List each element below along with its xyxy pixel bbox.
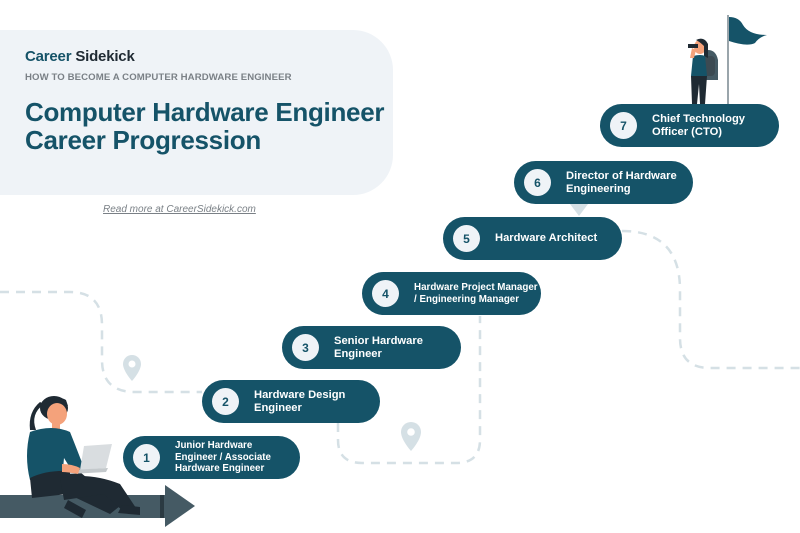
step-number: 7 [610,112,637,139]
career-step-1[interactable]: 1 Junior Hardware Engineer / Associate H… [123,436,300,479]
step-number: 6 [524,169,551,196]
step-label: Junior Hardware Engineer / Associate Har… [175,440,272,475]
step-number: 1 [133,444,160,471]
step-label: Hardware Project Manager / Engineering M… [414,282,538,305]
step-label: Director of Hardware Engineering [566,170,677,195]
step-label: Senior Hardware Engineer [334,335,423,360]
step-label: Hardware Design Engineer [254,389,346,414]
flag-icon [727,15,767,105]
step-number: 4 [372,280,399,307]
step-number: 5 [453,225,480,252]
career-step-7[interactable]: 7 Chief Technology Officer (CTO) [600,104,779,147]
step-label: Hardware Architect [495,232,598,245]
career-step-2[interactable]: 2 Hardware Design Engineer [202,380,380,423]
step-number: 2 [212,388,239,415]
career-step-6[interactable]: 6 Director of Hardware Engineering [514,161,693,204]
career-step-5[interactable]: 5 Hardware Architect [443,217,622,260]
map-pin-icon [401,422,421,451]
map-pin-icon [123,355,141,381]
background-graphics [0,15,800,527]
step-number: 3 [292,334,319,361]
person-binoculars-illustration [688,38,718,104]
step-label: Chief Technology Officer (CTO) [652,113,746,138]
connector-triangle [570,204,588,216]
career-step-3[interactable]: 3 Senior Hardware Engineer [282,326,461,369]
career-step-4[interactable]: 4 Hardware Project Manager / Engineering… [362,272,541,315]
